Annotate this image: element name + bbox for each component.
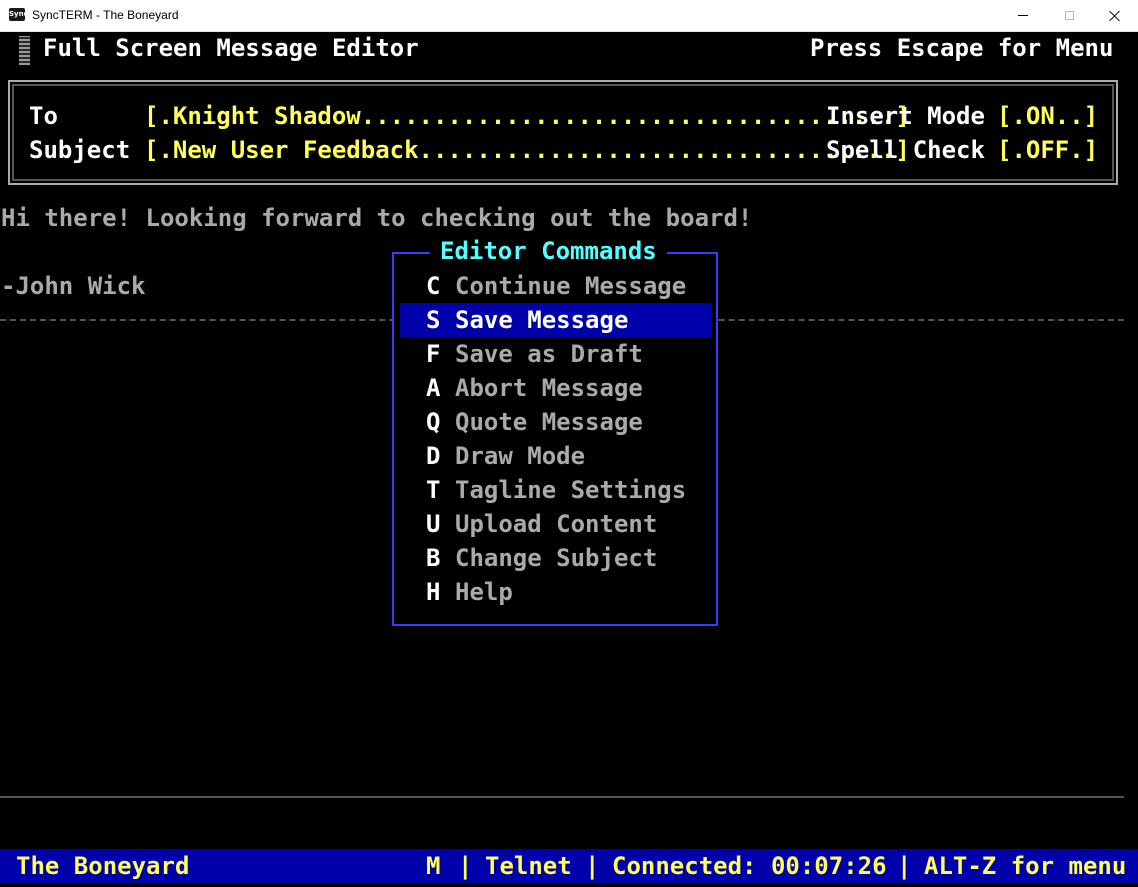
spell-check-label: Spell Check bbox=[826, 136, 985, 164]
maximize-icon bbox=[1064, 11, 1074, 20]
menu-item-key: Q bbox=[426, 408, 441, 436]
insert-mode-value[interactable]: [.ON..] bbox=[997, 99, 1098, 133]
menu-item-tagline-settings[interactable]: T Tagline Settings bbox=[400, 473, 712, 507]
menu-item-upload-content[interactable]: U Upload Content bbox=[400, 507, 712, 541]
menu-item-label: Save Message bbox=[455, 306, 629, 334]
message-body-line-1[interactable]: Hi there! Looking forward to checking ou… bbox=[1, 201, 752, 235]
terminal-screen[interactable]: Full Screen Message Editor Press Escape … bbox=[0, 31, 1138, 887]
menu-item-help[interactable]: H Help bbox=[400, 575, 712, 609]
status-mode: M bbox=[426, 852, 441, 880]
menu-item-draw-mode[interactable]: D Draw Mode bbox=[400, 439, 712, 473]
syncterm-app-icon: Sync bbox=[9, 8, 28, 21]
menu-item-label: Upload Content bbox=[455, 510, 658, 538]
menu-item-key: U bbox=[426, 510, 441, 538]
status-bar: The Boneyard M | Telnet | Connected: 00:… bbox=[0, 849, 1138, 883]
spell-check-value[interactable]: [.OFF.] bbox=[997, 133, 1098, 167]
status-separator: | bbox=[585, 852, 600, 880]
menu-title: Editor Commands bbox=[430, 234, 667, 268]
menu-item-change-subject[interactable]: B Change Subject bbox=[400, 541, 712, 575]
menu-item-label: Save as Draft bbox=[455, 340, 643, 368]
status-menu-hint: ALT-Z for menu bbox=[924, 852, 1127, 880]
status-protocol: Telnet bbox=[485, 852, 572, 880]
message-body-line-2[interactable]: -John Wick bbox=[1, 269, 146, 303]
escape-hint: Press Escape for Menu bbox=[810, 34, 1114, 62]
menu-item-label: Quote Message bbox=[455, 408, 643, 436]
menu-item-quote-message[interactable]: Q Quote Message bbox=[400, 405, 712, 439]
editor-title: Full Screen Message Editor bbox=[43, 34, 419, 62]
status-separator: | bbox=[897, 852, 912, 880]
menu-item-key: H bbox=[426, 578, 441, 606]
editor-bottom-divider bbox=[0, 796, 1124, 798]
window-titlebar: Sync SyncTERM - The Boneyard bbox=[0, 0, 1138, 32]
menu-item-key: S bbox=[426, 306, 441, 334]
window-title: SyncTERM - The Boneyard bbox=[32, 8, 179, 22]
subject-field[interactable]: [.New User Feedback.....................… bbox=[144, 133, 910, 167]
menu-item-key: B bbox=[426, 544, 441, 572]
to-label: To bbox=[29, 102, 58, 130]
status-bbs-name: The Boneyard bbox=[16, 852, 190, 880]
menu-item-save-message[interactable]: S Save Message bbox=[400, 303, 712, 337]
menu-item-save-as-draft[interactable]: F Save as Draft bbox=[400, 337, 712, 371]
status-separator: | bbox=[458, 852, 473, 880]
menu-item-label: Help bbox=[455, 578, 513, 606]
to-field[interactable]: [.Knight Shadow.........................… bbox=[144, 99, 910, 133]
menu-item-label: Tagline Settings bbox=[455, 476, 687, 504]
subject-label: Subject bbox=[29, 136, 131, 164]
minimize-button[interactable] bbox=[1000, 0, 1046, 31]
menu-item-continue-message[interactable]: C Continue Message bbox=[400, 269, 712, 303]
minimize-icon bbox=[1018, 15, 1028, 16]
menu-item-key: D bbox=[426, 442, 441, 470]
menu-item-key: A bbox=[426, 374, 441, 402]
menu-item-key: C bbox=[426, 272, 441, 300]
menu-item-key: T bbox=[426, 476, 441, 504]
close-icon bbox=[1109, 10, 1121, 22]
status-connected-time: Connected: 00:07:26 bbox=[612, 852, 887, 880]
menu-item-abort-message[interactable]: A Abort Message bbox=[400, 371, 712, 405]
menu-item-label: Abort Message bbox=[455, 374, 643, 402]
menu-item-label: Continue Message bbox=[455, 272, 687, 300]
menu-item-label: Change Subject bbox=[455, 544, 658, 572]
header-shade-icon bbox=[19, 36, 30, 65]
menu-item-label: Draw Mode bbox=[455, 442, 586, 470]
menu-item-key: F bbox=[426, 340, 441, 368]
close-button[interactable] bbox=[1092, 0, 1138, 31]
maximize-button[interactable] bbox=[1046, 0, 1092, 31]
insert-mode-label: Insert Mode bbox=[826, 102, 985, 130]
